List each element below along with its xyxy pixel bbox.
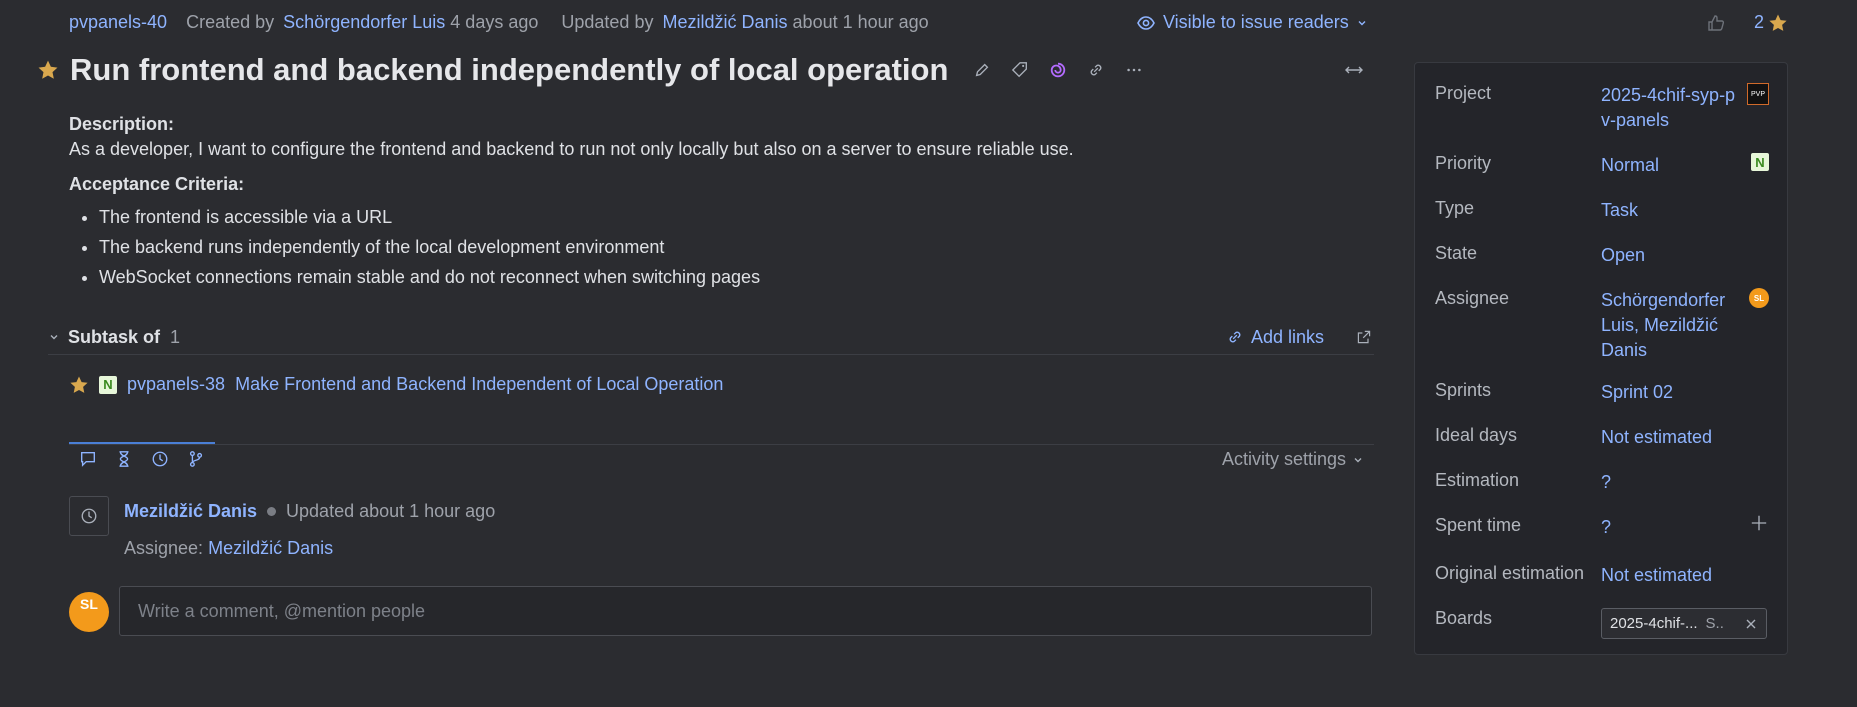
issue-description: Description: As a developer, I want to c… xyxy=(69,112,1369,295)
comments-tab-icon[interactable] xyxy=(78,449,98,469)
list-item: The frontend is accessible via a URL xyxy=(99,205,1369,230)
field-label: State xyxy=(1435,243,1478,263)
title-toolbar xyxy=(972,60,1144,80)
field-label: Priority xyxy=(1435,153,1492,173)
history-icon xyxy=(69,496,109,536)
chevron-down-icon xyxy=(1352,450,1364,470)
active-tab-indicator xyxy=(69,442,215,444)
activity-tabs xyxy=(78,449,206,469)
subtask-id-link[interactable]: pvpanels-38 xyxy=(127,374,225,395)
eye-icon xyxy=(1136,13,1156,33)
tag-icon[interactable] xyxy=(1010,60,1030,80)
activity-author-link[interactable]: Mezildžić Danis xyxy=(124,501,257,522)
star-icon[interactable] xyxy=(69,375,89,395)
expand-width-icon[interactable] xyxy=(1344,60,1364,80)
ai-assistant-icon[interactable] xyxy=(1048,60,1068,80)
list-item: WebSocket connections remain stable and … xyxy=(99,265,1369,290)
field-label: Boards xyxy=(1435,608,1493,628)
link-icon xyxy=(1225,327,1245,347)
updater-link[interactable]: Mezildžić Danis xyxy=(662,12,787,32)
assignee-value[interactable]: Schörgendorfer Luis, Mezildžić Danis xyxy=(1601,288,1741,363)
close-icon[interactable] xyxy=(1744,617,1758,631)
sprints-value[interactable]: Sprint 02 xyxy=(1601,380,1751,405)
vote-group: 2 xyxy=(1706,12,1788,33)
avatar[interactable]: SL xyxy=(69,592,109,632)
subtask-label[interactable]: Subtask of xyxy=(68,327,160,348)
field-label: Assignee xyxy=(1435,288,1510,308)
field-label: Ideal days xyxy=(1435,425,1518,445)
board-chip[interactable]: 2025-4chif-... S.. xyxy=(1601,608,1767,639)
add-links-label: Add links xyxy=(1250,326,1324,347)
project-link[interactable]: 2025-4chif-syp-pv-panels xyxy=(1601,83,1741,133)
subtask-item[interactable]: N pvpanels-38 Make Frontend and Backend … xyxy=(69,374,723,395)
add-links-button[interactable]: Add links xyxy=(1225,327,1324,348)
activity-tabs-divider xyxy=(69,442,1374,446)
activity-status: Updated about 1 hour ago xyxy=(286,501,496,521)
board-chip-suffix: S.. xyxy=(1705,615,1724,632)
description-text: As a developer, I want to configure the … xyxy=(69,139,1074,159)
hourglass-tab-icon[interactable] xyxy=(114,449,134,469)
history-tab-icon[interactable] xyxy=(150,449,170,469)
estimation-value[interactable]: ? xyxy=(1601,470,1751,495)
status-dot xyxy=(267,507,277,516)
visibility-dropdown[interactable]: Visible to issue readers xyxy=(1136,12,1368,33)
updated-ago: about 1 hour ago xyxy=(792,12,929,32)
ideal-days-value[interactable]: Not estimated xyxy=(1601,425,1751,450)
comment-input[interactable]: Write a comment, @mention people xyxy=(119,586,1372,636)
star-icon[interactable] xyxy=(36,58,60,82)
field-label: Project xyxy=(1435,83,1492,103)
criteria-heading: Acceptance Criteria: xyxy=(69,174,245,194)
spent-time-value[interactable]: ? xyxy=(1601,515,1751,540)
board-chip-wrapper: 2025-4chif-... S.. xyxy=(1601,608,1767,639)
activity-settings-dropdown[interactable]: Activity settings xyxy=(1222,449,1364,470)
list-item: The backend runs independently of the lo… xyxy=(99,235,1369,260)
updated-prefix: Updated by xyxy=(561,12,654,32)
vote-count: 2 xyxy=(1754,12,1765,32)
type-value[interactable]: Task xyxy=(1601,198,1751,223)
avatar: SL xyxy=(1749,288,1769,308)
field-label: Sprints xyxy=(1435,380,1492,400)
activity-settings-label: Activity settings xyxy=(1222,449,1347,469)
issue-fields-panel: Project 2025-4chif-syp-pv-panels PVP Pri… xyxy=(1414,62,1788,655)
change-label: Assignee: xyxy=(124,538,204,558)
priority-badge: N xyxy=(99,375,117,394)
issue-title: Run frontend and backend independently o… xyxy=(70,52,949,87)
title-row: Run frontend and backend independently o… xyxy=(36,52,1144,88)
link-icon[interactable] xyxy=(1086,60,1106,80)
field-label: Type xyxy=(1435,198,1475,218)
creator-link[interactable]: Schörgendorfer Luis xyxy=(283,12,445,32)
field-label: Spent time xyxy=(1435,515,1522,535)
created-ago: 4 days ago xyxy=(450,12,539,32)
activity-entry-header: Mezildžić Danis Updated about 1 hour ago xyxy=(124,501,495,522)
subtask-count: 1 xyxy=(170,326,181,347)
description-heading: Description: xyxy=(69,114,175,134)
star-icon[interactable] xyxy=(1768,13,1788,33)
state-value[interactable]: Open xyxy=(1601,243,1751,268)
subtask-header: Subtask of 1 Add links xyxy=(48,320,1374,355)
issue-meta-line: pvpanels-40 Created by Schörgendorfer Lu… xyxy=(69,12,933,33)
priority-badge: N xyxy=(1751,153,1769,171)
chevron-down-icon xyxy=(1356,13,1368,33)
project-icon: PVP xyxy=(1747,83,1769,105)
original-estimation-value[interactable]: Not estimated xyxy=(1601,563,1751,588)
visibility-label: Visible to issue readers xyxy=(1163,12,1349,32)
add-icon[interactable] xyxy=(1749,513,1769,533)
board-chip-label: 2025-4chif-... xyxy=(1610,615,1698,632)
field-label: Estimation xyxy=(1435,470,1520,490)
subtask-title-link[interactable]: Make Frontend and Backend Independent of… xyxy=(235,374,723,395)
chevron-down-icon[interactable] xyxy=(48,327,60,347)
created-prefix: Created by xyxy=(186,12,275,32)
issue-id-link[interactable]: pvpanels-40 xyxy=(69,12,167,32)
vcs-branch-tab-icon[interactable] xyxy=(186,449,206,469)
priority-value[interactable]: Normal xyxy=(1601,153,1751,178)
open-external-icon[interactable] xyxy=(1354,327,1374,347)
field-label: Original estimation xyxy=(1435,563,1585,583)
criteria-list: The frontend is accessible via a URL The… xyxy=(69,205,1369,290)
activity-change: Assignee: Mezildžić Danis xyxy=(124,538,333,559)
thumbs-up-icon[interactable] xyxy=(1706,13,1726,33)
pencil-icon[interactable] xyxy=(972,60,992,80)
more-options-icon[interactable] xyxy=(1124,60,1144,80)
change-value-link[interactable]: Mezildžić Danis xyxy=(208,538,333,558)
